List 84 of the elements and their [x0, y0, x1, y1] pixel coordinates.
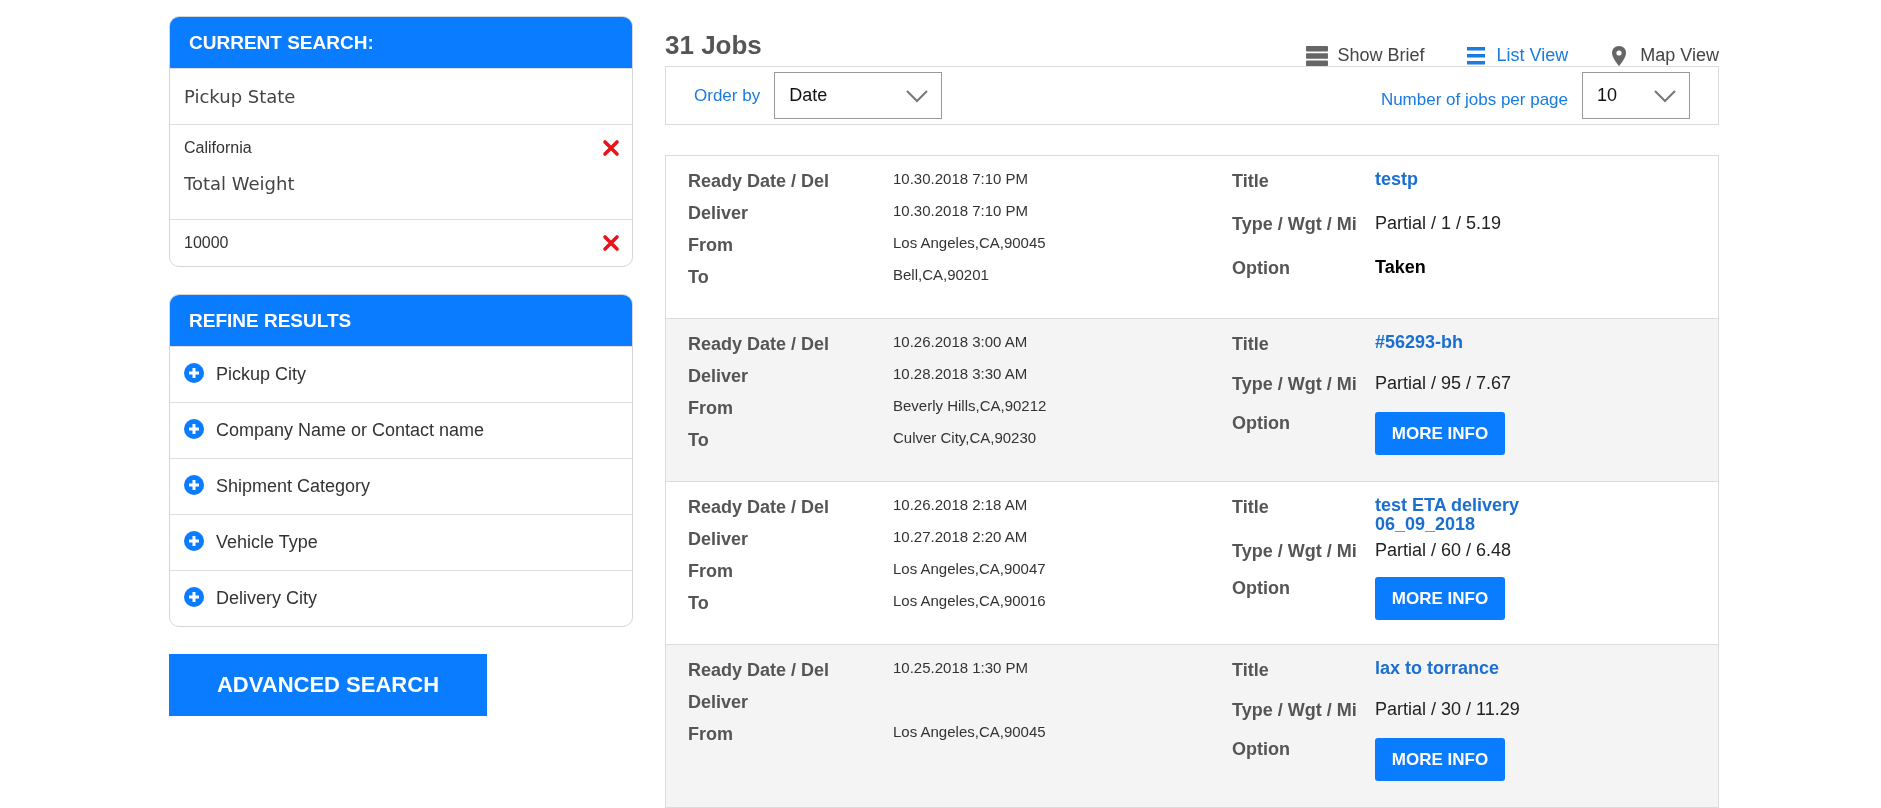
remove-icon[interactable]: [602, 139, 620, 157]
field-value: Los Angeles,CA,90045: [893, 234, 1047, 253]
field-value: Los Angeles,CA,90016: [893, 592, 1047, 611]
field-label: From: [688, 397, 734, 420]
panel-title: CURRENT SEARCH:: [170, 17, 632, 68]
view-toggle[interactable]: Show Brief: [1305, 45, 1425, 66]
filter-value: California: [184, 139, 252, 157]
list-icon: [1464, 45, 1487, 66]
field-label: Title: [1232, 496, 1270, 519]
status-text: Taken: [1375, 256, 1427, 279]
more-info-button[interactable]: MORE INFO: [1375, 412, 1505, 456]
field-label: Title: [1232, 333, 1270, 356]
field-value: 10.30.2018 7:10 PM: [893, 202, 1030, 221]
caret-icon: [1653, 88, 1677, 103]
refine-item[interactable]: Shipment Category: [170, 458, 632, 514]
field-value: Bell,CA,90201: [893, 266, 990, 285]
filter-label: Pickup State: [170, 68, 632, 124]
plus-icon: [184, 475, 204, 495]
field-label: To: [688, 266, 710, 289]
remove-icon[interactable]: [602, 234, 620, 252]
job-title-link[interactable]: testp: [1375, 170, 1545, 214]
field-value: 10.28.2018 3:30 AM: [893, 365, 1029, 384]
field-label: Title: [1232, 659, 1270, 682]
plus-icon: [184, 531, 204, 551]
field-label: Ready Date / Del: [688, 170, 831, 193]
field-value: Los Angeles,CA,90047: [893, 560, 1047, 579]
field-value: 10.30.2018 7:10 PM: [893, 170, 1030, 189]
field-value: 10.26.2018 2:18 AM: [893, 496, 1029, 515]
field-label: Ready Date / Del: [688, 333, 831, 356]
field-label: Ready Date / Del: [688, 659, 831, 682]
job-title-link[interactable]: lax to torrance: [1375, 659, 1545, 699]
more-info-button[interactable]: MORE INFO: [1375, 738, 1505, 782]
field-label: Deliver: [688, 202, 750, 225]
refine-item[interactable]: Pickup City: [170, 346, 632, 402]
refine-item[interactable]: Delivery City: [170, 570, 632, 626]
field-label: Deliver: [688, 528, 750, 551]
view-toggle[interactable]: Map View: [1608, 45, 1719, 66]
field-value: Partial / 95 / 7.67: [1375, 372, 1513, 395]
refine-item[interactable]: Vehicle Type: [170, 514, 632, 570]
field-label: To: [688, 429, 710, 452]
plus-icon: [184, 363, 204, 383]
field-label: From: [688, 723, 734, 746]
field-label: Type / Wgt / Mi: [1232, 213, 1358, 237]
per-page-dropdown[interactable]: 10: [1582, 72, 1690, 119]
field-value: 10.26.2018 3:00 AM: [893, 333, 1029, 352]
field-label: Type / Wgt / Mi: [1232, 698, 1358, 722]
per-page-label: Number of jobs per page: [1380, 89, 1568, 110]
job-title-link[interactable]: test ETA delivery 06_09_2018: [1375, 496, 1545, 540]
field-label: Ready Date / Del: [688, 496, 831, 519]
field-label: Option: [1232, 256, 1291, 280]
server-icon: [1305, 45, 1328, 66]
field-label: Option: [1232, 577, 1291, 601]
field-value: Los Angeles,CA,90045: [893, 723, 1047, 742]
field-value: Beverly Hills,CA,90212: [893, 397, 1048, 416]
field-value: Partial / 60 / 6.48: [1375, 539, 1513, 562]
field-label: From: [688, 234, 734, 257]
filter-label: Total Weight: [183, 172, 296, 196]
view-toggle[interactable]: List View: [1464, 45, 1569, 66]
field-label: Option: [1232, 412, 1291, 436]
caret-icon: [905, 88, 930, 103]
job-title-link[interactable]: #56293-bh: [1375, 333, 1545, 373]
field-value: Partial / 1 / 5.19: [1375, 213, 1503, 236]
more-info-button[interactable]: MORE INFO: [1375, 577, 1505, 621]
plus-icon: [184, 419, 204, 439]
order-by-dropdown[interactable]: Date: [774, 72, 943, 119]
advanced-search-button[interactable]: ADVANCED SEARCH: [169, 654, 487, 716]
field-value: 10.25.2018 1:30 PM: [893, 659, 1030, 678]
field-label: Option: [1232, 738, 1291, 762]
field-value: 10.27.2018 2:20 AM: [893, 528, 1029, 547]
plus-icon: [184, 587, 204, 607]
field-label: Deliver: [688, 365, 750, 388]
field-label: Type / Wgt / Mi: [1232, 372, 1358, 396]
field-label: Title: [1232, 170, 1270, 193]
field-label: From: [688, 560, 734, 583]
order-by-label: Order by: [694, 85, 761, 106]
filter-value: 10000: [184, 234, 229, 252]
results-count: 31 Jobs: [665, 30, 762, 61]
refine-item[interactable]: Company Name or Contact name: [170, 402, 632, 458]
field-label: To: [688, 592, 710, 615]
field-value: Partial / 30 / 11.29: [1375, 698, 1521, 721]
field-value: Culver City,CA,90230: [893, 429, 1038, 448]
panel-title: REFINE RESULTS: [170, 295, 632, 346]
field-label: Deliver: [688, 691, 750, 714]
field-label: Type / Wgt / Mi: [1232, 539, 1358, 563]
